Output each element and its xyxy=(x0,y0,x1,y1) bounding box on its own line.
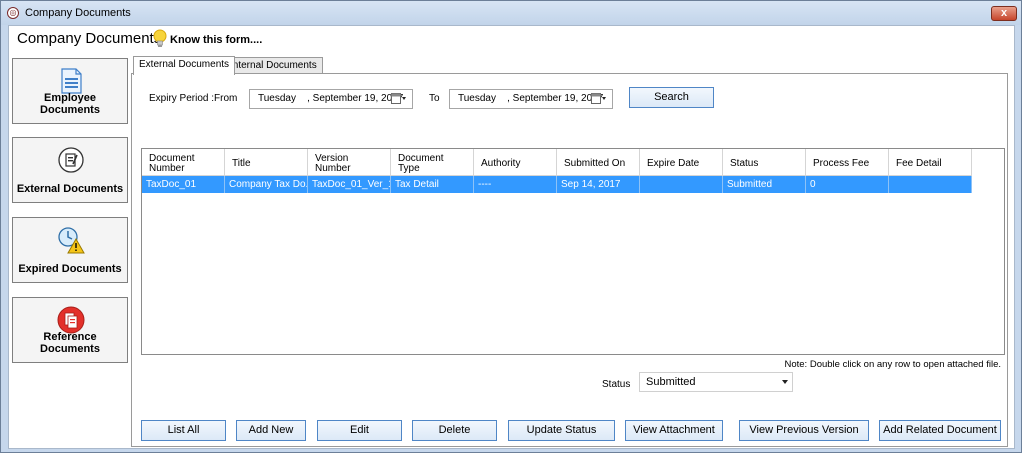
calendar-dropdown-icon[interactable] xyxy=(591,93,607,105)
table-cell: Sep 14, 2017 xyxy=(557,176,640,193)
table-cell: Tax Detail xyxy=(391,176,474,193)
lightbulb-icon xyxy=(153,29,167,47)
table-cell: Company Tax Do... xyxy=(225,176,308,193)
nav-label: External Documents xyxy=(16,183,124,195)
column-header[interactable]: Expire Date xyxy=(640,149,723,176)
table-cell xyxy=(640,176,723,193)
status-label: Status xyxy=(602,379,631,390)
window-title: Company Documents xyxy=(25,7,131,19)
column-header[interactable]: Process Fee xyxy=(806,149,889,176)
employee-documents-icon xyxy=(61,68,82,94)
nav-employee-documents[interactable]: Employee Documents xyxy=(12,58,128,124)
table-cell: TaxDoc_01_Ver_1 xyxy=(308,176,391,193)
calendar-dropdown-icon[interactable] xyxy=(391,93,407,105)
nav-label: Employee Documents xyxy=(40,92,100,116)
column-header[interactable]: Title xyxy=(225,149,308,176)
add-related-document-button[interactable]: Add Related Document xyxy=(879,420,1001,441)
title-bar[interactable]: ◎ Company Documents x xyxy=(1,1,1021,25)
status-select-value: Submitted xyxy=(646,376,696,388)
nav-reference-documents[interactable]: Reference Documents xyxy=(12,297,128,363)
external-documents-icon xyxy=(58,147,84,173)
nav-expired-documents[interactable]: Expired Documents xyxy=(12,217,128,283)
client-area: Company Documents Know this form.... Emp… xyxy=(8,25,1015,449)
table-cell: ---- xyxy=(474,176,557,193)
know-this-form-link[interactable]: Know this form.... xyxy=(170,34,262,46)
page-title: Company Documents xyxy=(17,30,162,47)
edit-button[interactable]: Edit xyxy=(317,420,402,441)
delete-button[interactable]: Delete xyxy=(412,420,497,441)
column-header[interactable]: Authority xyxy=(474,149,557,176)
column-header[interactable]: Submitted On xyxy=(557,149,640,176)
reference-documents-icon xyxy=(57,306,85,334)
double-click-note: Note: Double click on any row to open at… xyxy=(784,359,1001,370)
nav-label: Reference Documents xyxy=(40,331,100,355)
table-cell: TaxDoc_01 xyxy=(142,176,225,193)
documents-grid[interactable]: Document Number Title Version Number Docum… xyxy=(141,148,1005,355)
table-cell: Submitted xyxy=(723,176,806,193)
status-select[interactable]: Submitted xyxy=(639,372,793,392)
add-new-button[interactable]: Add New xyxy=(236,420,306,441)
app-logo-icon: ◎ xyxy=(7,7,19,19)
update-status-button[interactable]: Update Status xyxy=(508,420,615,441)
tab-internal-documents[interactable]: Internal Documents xyxy=(224,57,323,74)
view-attachment-button[interactable]: View Attachment xyxy=(625,420,723,441)
close-button[interactable]: x xyxy=(991,6,1017,21)
to-label: To xyxy=(429,93,440,104)
expired-documents-icon xyxy=(58,227,85,254)
from-date-value: Tuesday , September 19, 2017 xyxy=(258,93,404,104)
column-header[interactable]: Fee Detail xyxy=(889,149,972,176)
tab-panel: Expiry Period : From Tuesday , September… xyxy=(131,73,1008,447)
app-window: ◎ Company Documents x Company Documents … xyxy=(0,0,1022,453)
tab-external-documents[interactable]: External Documents xyxy=(133,56,236,75)
expiry-period-label: Expiry Period : xyxy=(149,93,215,104)
from-label: From xyxy=(214,93,238,104)
search-button[interactable]: Search xyxy=(629,87,714,108)
to-date-picker[interactable]: Tuesday , September 19, 2017 xyxy=(449,89,613,109)
table-cell: 0 xyxy=(806,176,889,193)
column-header[interactable]: Document Type xyxy=(391,149,474,176)
view-previous-version-button[interactable]: View Previous Version xyxy=(739,420,869,441)
to-date-value: Tuesday , September 19, 2017 xyxy=(458,93,604,104)
list-all-button[interactable]: List All xyxy=(141,420,226,441)
nav-external-documents[interactable]: External Documents xyxy=(12,137,128,203)
table-cell xyxy=(889,176,972,193)
column-header[interactable]: Document Number xyxy=(142,149,225,176)
column-header[interactable]: Status xyxy=(723,149,806,176)
grid-header: Document Number Title Version Number Docum… xyxy=(142,149,972,176)
column-header[interactable]: Version Number xyxy=(308,149,391,176)
chevron-down-icon xyxy=(782,380,788,384)
nav-label: Expired Documents xyxy=(18,263,122,275)
table-row[interactable]: TaxDoc_01 Company Tax Do... TaxDoc_01_Ve… xyxy=(142,176,972,193)
from-date-picker[interactable]: Tuesday , September 19, 2017 xyxy=(249,89,413,109)
